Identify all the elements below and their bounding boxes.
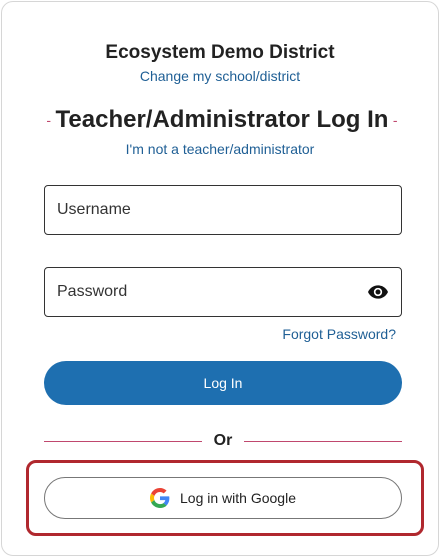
username-field[interactable] bbox=[44, 185, 402, 235]
or-divider: Or bbox=[44, 432, 403, 450]
password-field[interactable] bbox=[44, 267, 402, 317]
page-title-row: - Teacher/Administrator Log In - bbox=[42, 106, 402, 134]
google-login-button[interactable]: Log in with Google bbox=[44, 477, 402, 519]
title-dash-right: - bbox=[392, 112, 398, 128]
page-title: Teacher/Administrator Log In bbox=[55, 106, 389, 133]
district-name: Ecosystem Demo District bbox=[105, 42, 335, 63]
title-dash-left: - bbox=[46, 112, 52, 128]
or-text: Or bbox=[213, 432, 233, 449]
login-button[interactable]: Log In bbox=[44, 361, 402, 405]
forgot-password-link[interactable]: Forgot Password? bbox=[282, 326, 396, 342]
password-input[interactable] bbox=[45, 268, 367, 316]
login-card: Ecosystem Demo District Change my school… bbox=[1, 1, 439, 556]
divider-line-right bbox=[244, 440, 403, 442]
divider-line-left bbox=[44, 440, 202, 442]
change-district-link[interactable]: Change my school/district bbox=[2, 68, 438, 84]
google-g-icon bbox=[150, 488, 170, 508]
google-login-label: Log in with Google bbox=[180, 490, 296, 506]
not-teacher-link[interactable]: I'm not a teacher/administrator bbox=[2, 141, 438, 157]
eye-icon[interactable] bbox=[367, 281, 389, 303]
username-input[interactable] bbox=[45, 186, 401, 234]
